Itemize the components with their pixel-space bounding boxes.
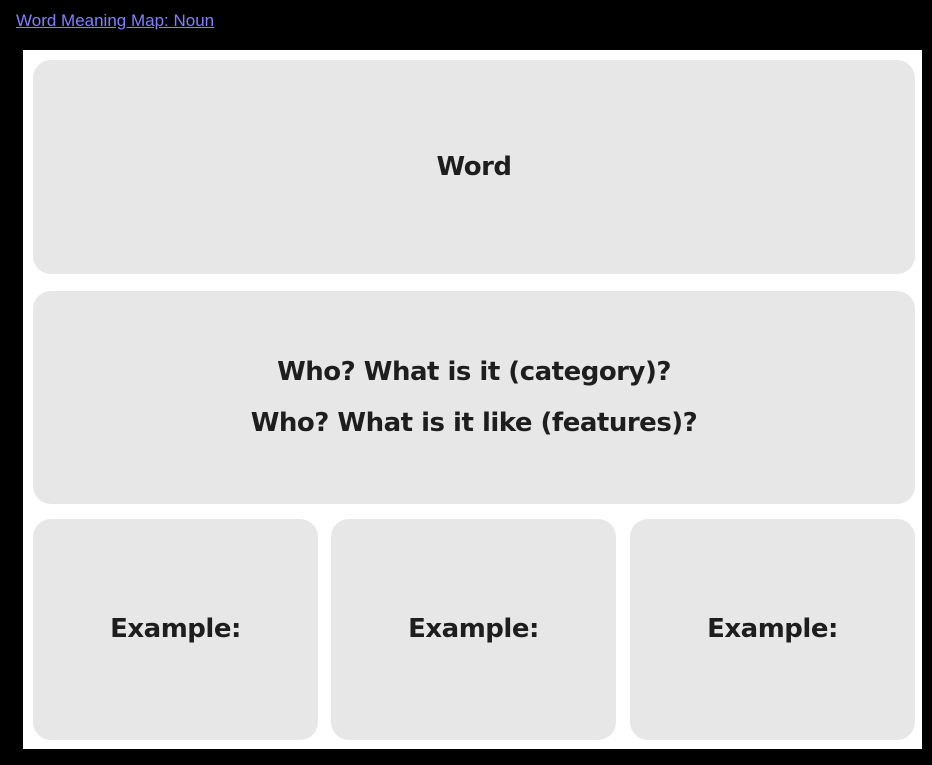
title-link[interactable]: Word Meaning Map: Noun	[16, 11, 214, 31]
example-label: Example:	[408, 614, 539, 644]
example-label: Example:	[110, 614, 241, 644]
word-box: Word	[33, 60, 915, 274]
example-box-3: Example:	[630, 519, 915, 740]
word-label: Word	[436, 151, 512, 182]
category-question: Who? What is it (category)?	[277, 356, 671, 387]
example-box-1: Example:	[33, 519, 318, 740]
example-label: Example:	[707, 614, 838, 644]
features-question: Who? What is it like (features)?	[250, 407, 698, 438]
questions-box: Who? What is it (category)? Who? What is…	[33, 291, 915, 504]
word-meaning-map-image: Word Who? What is it (category)? Who? Wh…	[23, 50, 922, 749]
example-box-2: Example:	[331, 519, 616, 740]
